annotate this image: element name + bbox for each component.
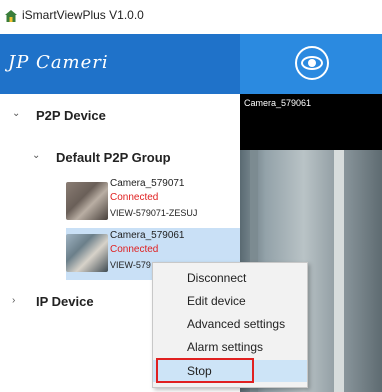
camera-name: Camera_579071 <box>110 178 185 189</box>
viewer-toolbar <box>240 34 382 94</box>
camera-status: Connected <box>110 244 159 255</box>
brand-logo: JP Cameri <box>8 52 109 73</box>
menu-item-advanced-settings[interactable]: Advanced settings <box>153 313 307 335</box>
ip-device-label: IP Device <box>36 294 94 309</box>
highlight-box <box>156 358 254 383</box>
chevron-right-icon[interactable]: › <box>12 295 15 306</box>
tree-node-p2p-device[interactable]: ⌄ P2P Device <box>0 100 240 130</box>
tree-node-default-group[interactable]: ⌄ Default P2P Group <box>0 142 240 172</box>
chevron-down-icon[interactable]: ⌄ <box>12 108 20 119</box>
camera-id: VIEW-579071-ZESUJ <box>110 208 198 218</box>
sidebar-header: JP Cameri <box>0 34 240 94</box>
chevron-down-icon[interactable]: ⌄ <box>32 150 40 161</box>
app-house-icon <box>5 10 17 22</box>
camera-item[interactable]: Camera_579071 Connected VIEW-579071-ZESU… <box>66 176 240 228</box>
video-header: Camera_579061 <box>240 94 382 150</box>
p2p-device-label: P2P Device <box>36 108 106 123</box>
camera-thumbnail <box>66 234 108 272</box>
camera-id: VIEW-579 <box>110 260 151 270</box>
title-bar: iSmartViewPlus V1.0.0 <box>0 0 382 34</box>
video-camera-label: Camera_579061 <box>244 98 312 108</box>
group-label: Default P2P Group <box>56 150 171 165</box>
menu-item-edit-device[interactable]: Edit device <box>153 290 307 312</box>
menu-item-alarm-settings[interactable]: Alarm settings <box>153 336 307 358</box>
menu-item-disconnect[interactable]: Disconnect <box>153 267 307 289</box>
window-title: iSmartViewPlus V1.0.0 <box>22 8 144 22</box>
eye-icon[interactable] <box>295 46 329 80</box>
camera-thumbnail <box>66 182 108 220</box>
camera-status: Connected <box>110 192 159 203</box>
camera-name: Camera_579061 <box>110 230 185 241</box>
